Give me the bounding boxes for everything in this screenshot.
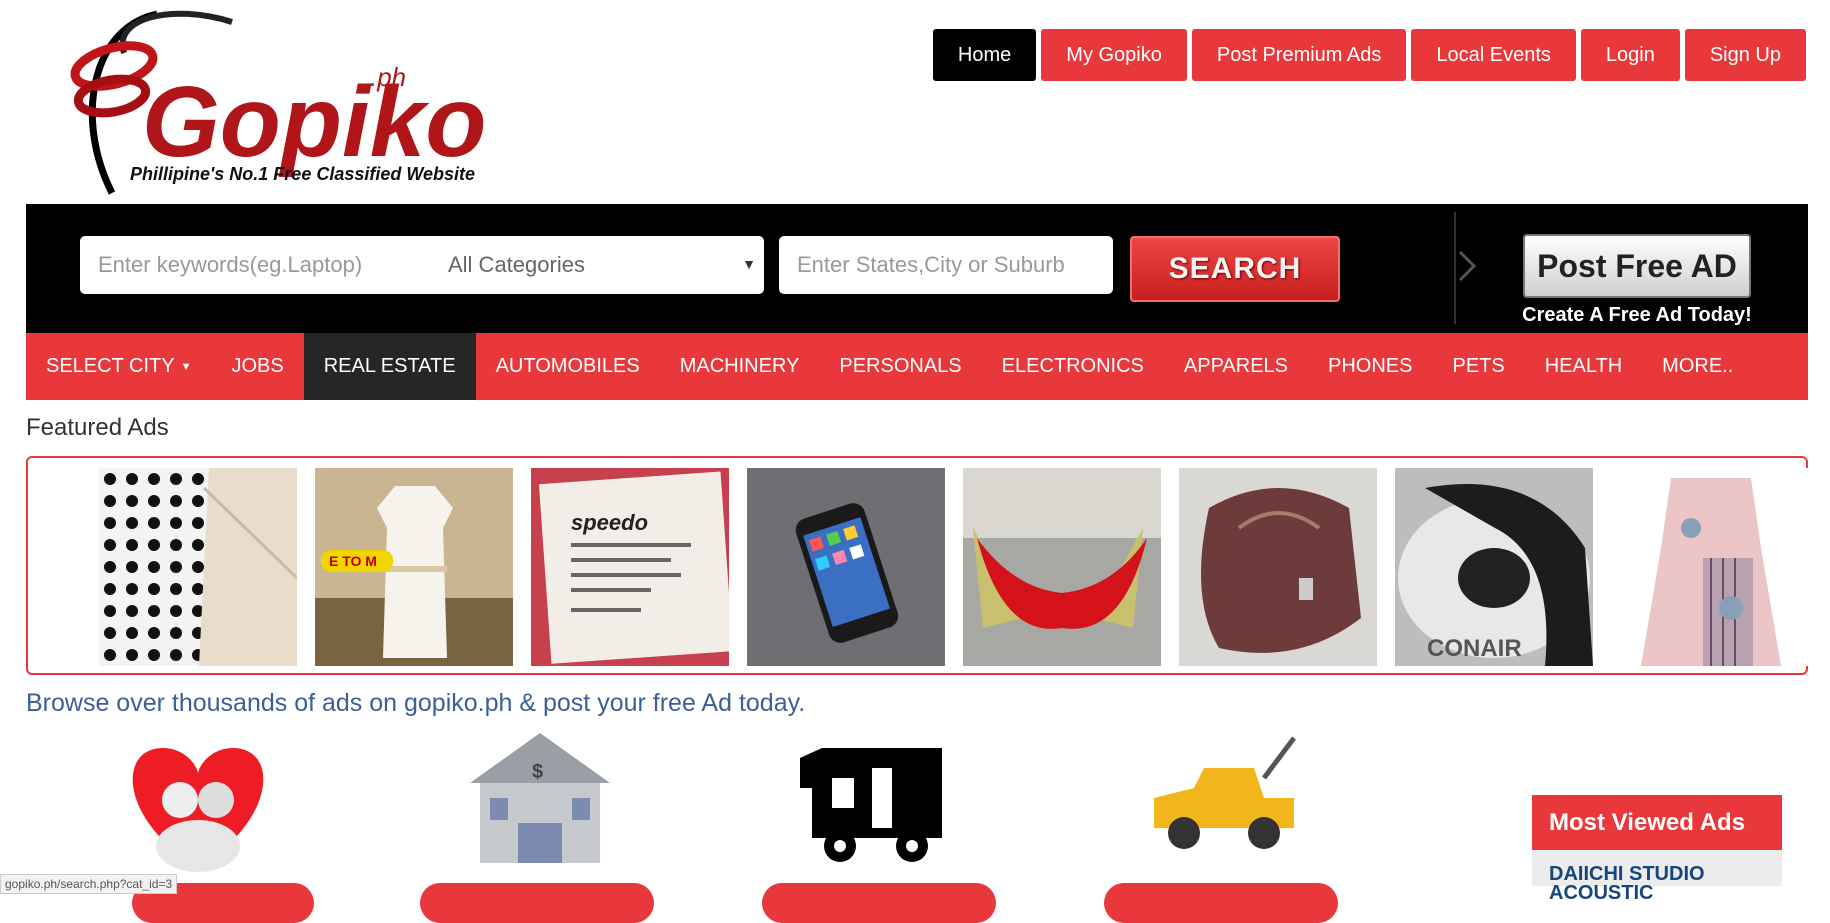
featured-ad-white-dress[interactable]: E TO M (315, 468, 513, 666)
nav-real-estate[interactable]: REAL ESTATE (303, 333, 476, 400)
post-free-ad-caption: Create A Free Ad Today! (1522, 304, 1752, 326)
logo-suffix: .ph (370, 62, 406, 92)
dropdown-arrow-icon: ▼ (742, 256, 756, 272)
most-viewed-ads: Most Viewed Ads DAIICHI STUDIO ACOUSTIC (1532, 795, 1782, 903)
post-free-ad-button[interactable]: Post Free AD (1523, 234, 1751, 298)
nav-phones[interactable]: PHONES (1308, 333, 1432, 400)
nav-health[interactable]: HEALTH (1525, 333, 1642, 400)
featured-ad-polka-dot-fabric[interactable] (99, 468, 297, 666)
browse-tagline: Browse over thousands of ads on gopiko.p… (26, 689, 806, 717)
nav-more[interactable]: MORE.. (1642, 333, 1753, 400)
local-events-button[interactable]: Local Events (1411, 29, 1576, 81)
featured-ad-red-heels[interactable] (963, 468, 1161, 666)
category-button-real-estate[interactable] (420, 883, 654, 923)
my-gopiko-button[interactable]: My Gopiko (1041, 29, 1187, 81)
nav-jobs[interactable]: JOBS (211, 333, 303, 400)
search-button[interactable]: SEARCH (1130, 236, 1340, 302)
home-button[interactable]: Home (932, 29, 1037, 81)
personals-heart-icon[interactable] (108, 728, 288, 878)
featured-ad-floral-dress[interactable] (1611, 468, 1809, 666)
category-select-value: All Categories (448, 252, 585, 277)
sign-up-button[interactable]: Sign Up (1684, 29, 1806, 81)
featured-ad-speedo-tag[interactable]: speedo (531, 468, 729, 666)
nav-pets[interactable]: PETS (1432, 333, 1524, 400)
login-button[interactable]: Login (1580, 29, 1680, 81)
nav-electronics[interactable]: ELECTRONICS (982, 333, 1164, 400)
svg-text:$: $ (532, 761, 543, 783)
logo-wordmark: Gopiko (142, 66, 486, 178)
site-logo[interactable]: Gopiko .ph Phillipine's No.1 Free Classi… (52, 8, 492, 198)
nav-automobiles[interactable]: AUTOMOBILES (476, 333, 660, 400)
most-viewed-title: Most Viewed Ads (1532, 795, 1782, 850)
category-select[interactable]: All Categories ▼ (430, 236, 764, 294)
status-bar-url: gopiko.ph/search.php?cat_id=3 (0, 874, 178, 894)
keywords-input[interactable]: Enter keywords(eg.Laptop) (80, 236, 441, 294)
featured-ad-smartphone[interactable] (747, 468, 945, 666)
category-button-tow-truck[interactable] (1104, 883, 1338, 923)
thumb-brand-speedo: speedo (571, 510, 648, 535)
nav-personals[interactable]: PERSONALS (819, 333, 981, 400)
post-premium-ads-button[interactable]: Post Premium Ads (1191, 29, 1407, 81)
tow-truck-icon[interactable] (1134, 728, 1314, 878)
featured-ads-carousel: E TO M speedo CONAIR (26, 456, 1809, 675)
category-nav: SELECT CITY ▼ JOBS REAL ESTATE AUTOMOBIL… (26, 333, 1808, 400)
search-bar: Enter keywords(eg.Laptop) All Categories… (26, 204, 1808, 333)
rv-vehicle-icon[interactable] (792, 728, 972, 878)
location-input[interactable]: Enter States,City or Suburb (779, 236, 1113, 294)
chevron-right-icon (1458, 250, 1477, 282)
most-viewed-item-link[interactable]: DAIICHI STUDIO ACOUSTIC (1532, 850, 1782, 903)
logo-tagline: Phillipine's No.1 Free Classified Websit… (130, 164, 475, 184)
real-estate-bank-icon[interactable]: $ (450, 728, 630, 878)
featured-ad-conair[interactable]: CONAIR (1395, 468, 1593, 666)
featured-ads-title: Featured Ads (26, 414, 169, 441)
top-nav: Home My Gopiko Post Premium Ads Local Ev… (932, 29, 1806, 81)
thumb-brand-conair: CONAIR (1427, 635, 1522, 662)
nav-select-city-label: SELECT CITY (46, 355, 175, 377)
featured-ad-handbag[interactable] (1179, 468, 1377, 666)
category-button-rv[interactable] (762, 883, 996, 923)
nav-machinery[interactable]: MACHINERY (660, 333, 820, 400)
thumb-label-e-to-m: E TO M (329, 553, 377, 569)
nav-apparels[interactable]: APPARELS (1164, 333, 1308, 400)
caret-down-icon: ▼ (180, 360, 192, 373)
nav-select-city[interactable]: SELECT CITY ▼ (26, 333, 211, 400)
